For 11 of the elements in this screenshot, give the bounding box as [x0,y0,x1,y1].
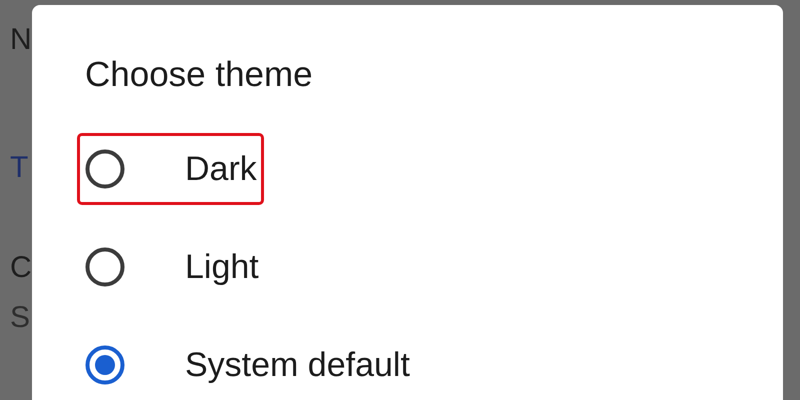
radio-button-icon[interactable] [85,247,125,287]
dialog-title: Choose theme [85,55,314,95]
background-text: T [10,150,28,186]
background-text: N [10,22,32,58]
radio-button-icon[interactable] [85,149,125,189]
background-text: C [10,250,32,286]
radio-option[interactable]: Light [77,231,266,303]
radio-button-icon[interactable] [85,345,125,385]
radio-option[interactable]: Dark [77,133,264,205]
background-text: S [10,300,30,336]
radio-option[interactable]: System default [77,329,417,400]
